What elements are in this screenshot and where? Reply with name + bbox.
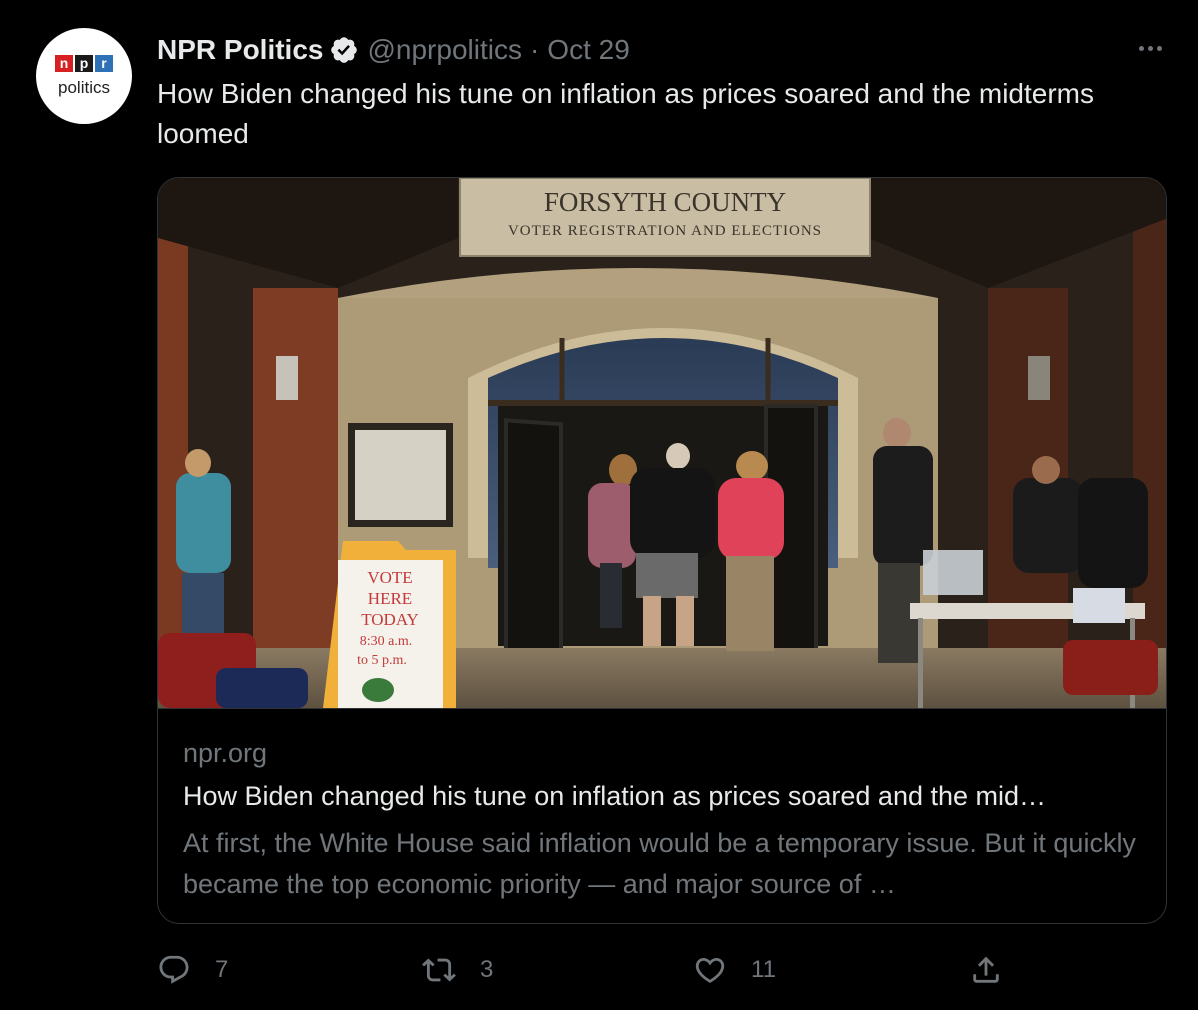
link-card[interactable]: FORSYTH COUNTY VOTER REGISTRATION AND EL…: [157, 177, 1167, 924]
card-divider: [158, 708, 1166, 709]
more-horizontal-icon[interactable]: [1130, 36, 1170, 60]
logo-letter-n: n: [55, 54, 73, 72]
share-icon: [973, 956, 999, 983]
reply-count: 7: [215, 956, 229, 983]
card-photo: FORSYTH COUNTY VOTER REGISTRATION AND EL…: [158, 178, 1166, 708]
logo-letter-p: p: [75, 54, 93, 72]
card-domain: npr.org: [183, 738, 268, 768]
logo-letter-r: r: [95, 54, 113, 72]
vote-sign-line-5: to 5 p.m.: [357, 653, 407, 668]
vote-sign-line-3: TODAY: [361, 610, 419, 629]
share-button[interactable]: [969, 950, 1003, 990]
vote-sign-line-2: HERE: [368, 589, 412, 608]
reply-icon: [159, 955, 189, 984]
tweet-text: How Biden changed his tune on inflation …: [157, 78, 1094, 149]
author-handle[interactable]: @nprpolitics: [367, 34, 521, 66]
retweet-count: 3: [480, 956, 494, 983]
tweet-header: NPR Politics @nprpolitics · Oct 29: [157, 32, 630, 68]
tweet[interactable]: n p r politics NPR Politics @nprpolitics…: [0, 0, 1198, 1010]
author-name[interactable]: NPR Politics: [157, 34, 323, 66]
like-button[interactable]: 11: [693, 950, 776, 990]
verified-badge-icon: [331, 37, 358, 63]
card-description: At first, the White House said inflation…: [183, 828, 1136, 899]
sign-subtitle: VOTER REGISTRATION AND ELECTIONS: [508, 223, 822, 239]
npr-logo: n p r: [55, 54, 113, 72]
avatar[interactable]: n p r politics: [36, 28, 132, 124]
avatar-subtitle: politics: [58, 77, 110, 97]
heart-icon: [695, 957, 725, 983]
sign-title: FORSYTH COUNTY: [544, 187, 786, 217]
reply-button[interactable]: 7: [157, 950, 228, 990]
card-image[interactable]: FORSYTH COUNTY VOTER REGISTRATION AND EL…: [158, 178, 1166, 708]
vote-sign-line-1: VOTE: [367, 568, 412, 587]
action-bar: 7 3 11: [157, 950, 1187, 990]
separator-dot: ·: [529, 34, 540, 65]
card-title[interactable]: How Biden changed his tune on inflation …: [183, 781, 1143, 812]
retweet-icon: [422, 958, 456, 982]
vote-sign-line-4: 8:30 a.m.: [360, 634, 413, 649]
tweet-date[interactable]: Oct 29: [547, 34, 629, 66]
retweet-button[interactable]: 3: [422, 950, 493, 990]
like-count: 11: [751, 956, 776, 983]
